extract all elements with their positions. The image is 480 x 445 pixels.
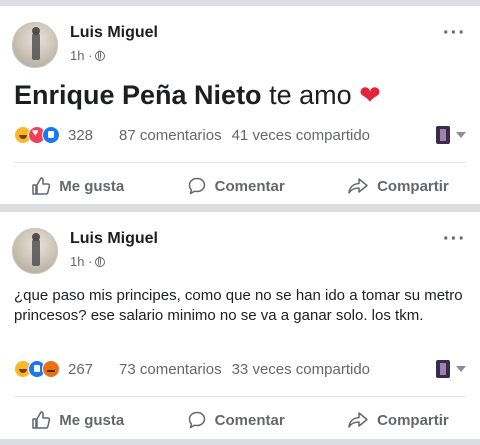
reactions-summary: 267 73 comentarios 33 veces compartido (14, 360, 466, 378)
like-label: Me gusta (59, 411, 125, 429)
post-text: ¿que paso mis principes, como que no se … (14, 287, 463, 324)
comment-bubble-icon (188, 411, 205, 429)
comment-count[interactable]: 87 comentarios (119, 127, 222, 144)
post-meta: 1h · (70, 48, 106, 63)
avatar-figure-body (32, 32, 40, 60)
divider (14, 162, 466, 163)
caret-down-icon[interactable] (456, 366, 466, 372)
thumbs-up-icon (32, 411, 51, 429)
post-time[interactable]: 1h · (70, 48, 92, 63)
author-avatar[interactable] (12, 228, 58, 274)
reaction-count[interactable]: 267 (68, 361, 93, 378)
share-count[interactable]: 41 veces compartido (232, 127, 370, 144)
share-label: Compartir (377, 411, 449, 429)
comment-bubble-icon (188, 177, 205, 195)
like-button[interactable]: Me gusta (23, 172, 132, 200)
page-avatar[interactable] (436, 126, 450, 144)
author-avatar[interactable] (12, 22, 58, 68)
post-text-rest: te amo (261, 80, 360, 110)
post-header: Luis Miguel 1h · ··· (0, 6, 480, 68)
reactions-summary: 328 87 comentarios 41 veces compartido (14, 126, 466, 144)
comment-button[interactable]: Comentar (179, 172, 293, 200)
globe-icon (95, 256, 106, 267)
like-button[interactable]: Me gusta (23, 406, 132, 434)
thumbs-up-icon (32, 177, 51, 195)
share-count[interactable]: 33 veces compartido (232, 361, 370, 378)
avatar-figure-body (32, 238, 40, 266)
more-options-icon[interactable]: ··· (443, 23, 466, 43)
comment-label: Comentar (214, 411, 285, 429)
share-button[interactable]: Compartir (339, 172, 457, 200)
author-name[interactable]: Luis Miguel (70, 24, 158, 42)
author-name[interactable]: Luis Miguel (70, 230, 158, 248)
divider (14, 396, 466, 397)
comment-label: Comentar (214, 177, 285, 195)
comment-count[interactable]: 73 comentarios (119, 361, 222, 378)
reaction-icons[interactable] (14, 360, 60, 378)
like-reaction-icon (42, 126, 60, 144)
share-label: Compartir (377, 177, 449, 195)
heart-emoji: ❤ (359, 80, 381, 110)
comment-button[interactable]: Comentar (179, 406, 293, 434)
more-options-icon[interactable]: ··· (443, 229, 466, 249)
caret-down-icon[interactable] (456, 132, 466, 138)
like-label: Me gusta (59, 177, 125, 195)
post-card: Luis Miguel 1h · ··· ¿que paso mis princ… (0, 212, 480, 439)
globe-icon (95, 50, 106, 61)
angry-reaction-icon (42, 360, 60, 378)
post-meta: 1h · (70, 254, 106, 269)
reaction-count[interactable]: 328 (68, 127, 93, 144)
post-actions: Me gusta Comentar Compartir (0, 172, 480, 200)
news-feed: Luis Miguel 1h · ··· Enrique Peña Nieto … (0, 0, 480, 445)
post-text: Enrique Peña Nieto te amo ❤ (14, 80, 381, 111)
post-card: Luis Miguel 1h · ··· Enrique Peña Nieto … (0, 6, 480, 204)
share-arrow-icon (348, 178, 368, 194)
post-header: Luis Miguel 1h · ··· (0, 212, 480, 274)
share-button[interactable]: Compartir (339, 406, 457, 434)
post-time[interactable]: 1h · (70, 254, 92, 269)
post-text-bold: Enrique Peña Nieto (14, 80, 262, 110)
post-actions: Me gusta Comentar Compartir (0, 406, 480, 434)
reaction-icons[interactable] (14, 126, 60, 144)
page-avatar[interactable] (436, 360, 450, 378)
share-arrow-icon (348, 412, 368, 428)
